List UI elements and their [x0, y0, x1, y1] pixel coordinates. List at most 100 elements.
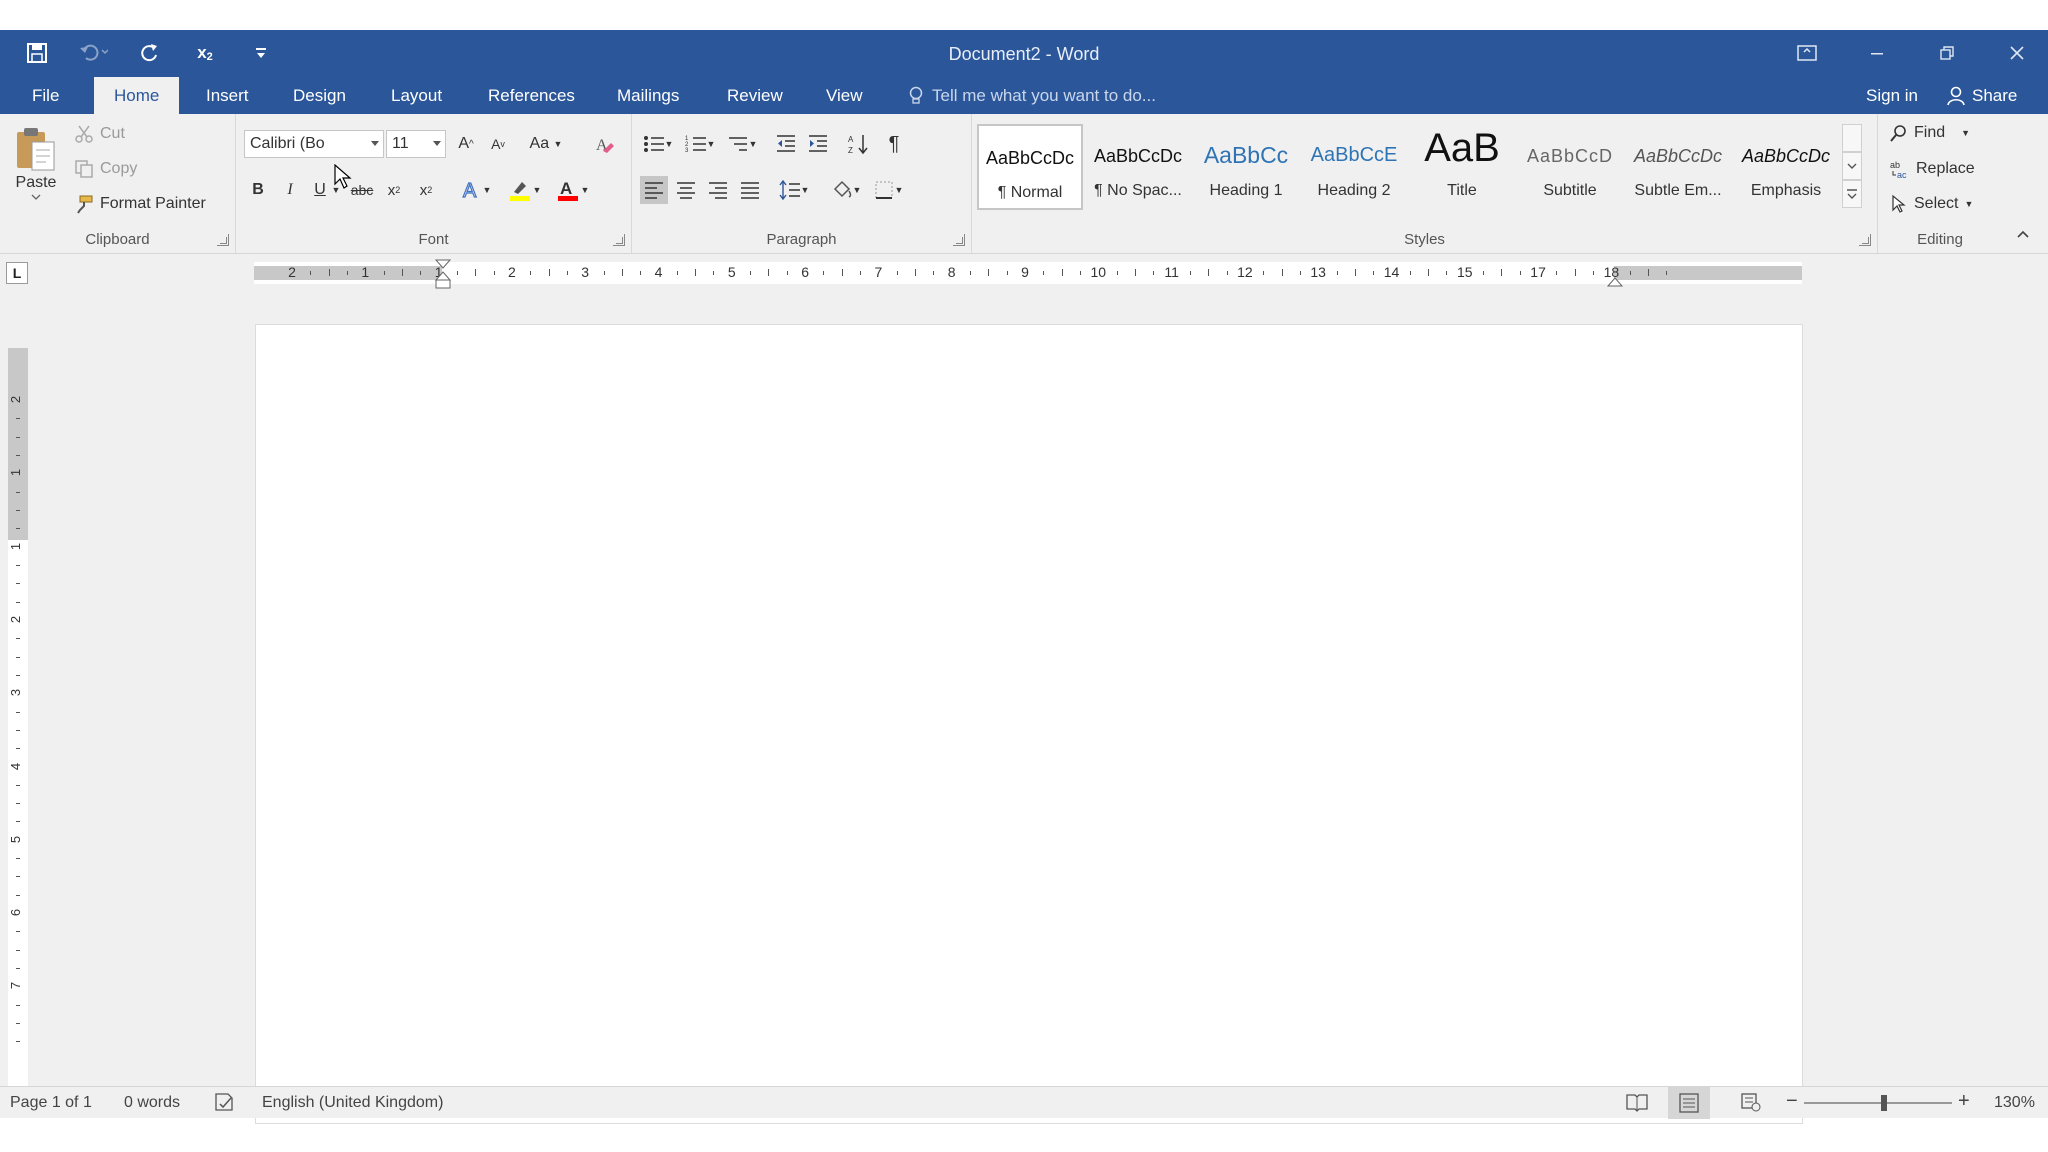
font-color-dropdown-icon[interactable]: ▼: [578, 176, 592, 204]
tab-design[interactable]: Design: [287, 77, 352, 114]
paragraph-group: ▼ 123 ▼ ▼ AZ ¶ ▼ ▼ ▼ Paragraph: [632, 114, 972, 254]
bullets-dropdown-icon[interactable]: ▼: [662, 130, 676, 158]
zoom-level[interactable]: 130%: [1994, 1094, 2035, 1112]
gallery-more-icon[interactable]: [1842, 180, 1862, 208]
highlight-dropdown-icon[interactable]: ▼: [530, 176, 544, 204]
proofing-icon[interactable]: [214, 1092, 236, 1117]
tab-review[interactable]: Review: [721, 77, 789, 114]
tab-selector-icon[interactable]: L: [6, 262, 28, 284]
zoom-slider-thumb[interactable]: [1880, 1095, 1887, 1111]
bold-icon[interactable]: B: [244, 176, 272, 204]
replace-button[interactable]: ab ac Replace: [1890, 159, 1975, 179]
tab-layout[interactable]: Layout: [385, 77, 448, 114]
style-no-spacing[interactable]: AaBbCcDc ¶ No Spac...: [1085, 124, 1191, 210]
shrink-font-icon[interactable]: Av: [484, 130, 512, 158]
gallery-scroll-down-icon[interactable]: [1842, 152, 1862, 180]
subscript-icon[interactable]: x2: [380, 176, 408, 204]
tab-mailings[interactable]: Mailings: [611, 77, 685, 114]
horizontal-ruler[interactable]: 2 1 1 2 3 4 5 6 7 8 9 10 11 12 13 14 15 17 18: [254, 259, 1802, 289]
tab-view[interactable]: View: [820, 77, 869, 114]
paste-button[interactable]: Paste: [14, 126, 58, 200]
style-title[interactable]: AaB Title: [1409, 124, 1515, 210]
minimize-icon[interactable]: [1856, 36, 1898, 70]
shading-dropdown-icon[interactable]: ▼: [850, 176, 864, 204]
ruler-tick: [1666, 271, 1668, 275]
window-title: Document2 - Word: [948, 44, 1100, 64]
italic-icon[interactable]: I: [276, 176, 304, 204]
clipboard-label: Clipboard: [85, 231, 150, 248]
style-heading-1[interactable]: AaBbCc Heading 1: [1193, 124, 1299, 210]
close-icon[interactable]: [1996, 36, 2038, 70]
word-count[interactable]: 0 words: [124, 1094, 180, 1112]
ruler-number: 3: [8, 689, 24, 697]
read-mode-icon[interactable]: [1626, 1092, 1648, 1117]
ruler-tick: [530, 271, 532, 275]
justify-icon[interactable]: [736, 176, 764, 204]
collapse-ribbon-icon[interactable]: [2016, 226, 2030, 244]
style-subtle-emphasis[interactable]: AaBbCcDc Subtle Em...: [1625, 124, 1731, 210]
strikethrough-icon[interactable]: abc: [348, 176, 376, 204]
style-subtitle[interactable]: AaBbCcD Subtitle: [1517, 124, 1623, 210]
multilevel-dropdown-icon[interactable]: ▼: [746, 130, 760, 158]
clear-formatting-icon[interactable]: A: [590, 130, 618, 158]
font-launcher-icon[interactable]: [613, 234, 625, 246]
tab-home[interactable]: Home: [94, 77, 180, 114]
select-button[interactable]: Select ▼: [1890, 194, 1973, 214]
font-size-combo[interactable]: 11: [386, 130, 446, 158]
superscript-icon[interactable]: x2: [412, 176, 440, 204]
font-name-combo[interactable]: Calibri (Bo: [244, 130, 384, 158]
format-painter-button[interactable]: Format Painter: [74, 194, 206, 214]
print-layout-icon[interactable]: [1668, 1087, 1710, 1119]
sign-in-link[interactable]: Sign in: [1866, 77, 1918, 114]
tab-file[interactable]: File: [26, 77, 65, 114]
borders-dropdown-icon[interactable]: ▼: [892, 176, 906, 204]
align-center-icon[interactable]: [672, 176, 700, 204]
find-button[interactable]: Find ▼: [1890, 124, 1970, 142]
numbering-dropdown-icon[interactable]: ▼: [704, 130, 718, 158]
paragraph-launcher-icon[interactable]: [953, 234, 965, 246]
tell-me-box[interactable]: Tell me what you want to do...: [908, 77, 1156, 114]
language-status[interactable]: English (United Kingdom): [262, 1094, 443, 1112]
ruler-tick: [16, 436, 20, 438]
document-page[interactable]: [255, 324, 1803, 1124]
ruler-tick: [1629, 271, 1631, 275]
zoom-in-icon[interactable]: +: [1958, 1090, 1970, 1113]
increase-indent-icon[interactable]: [804, 130, 832, 158]
ribbon-display-options-icon[interactable]: [1786, 36, 1828, 70]
line-spacing-dropdown-icon[interactable]: ▼: [798, 176, 812, 204]
styles-launcher-icon[interactable]: [1859, 234, 1871, 246]
zoom-out-icon[interactable]: −: [1786, 1090, 1798, 1113]
change-case-button[interactable]: Aa ▼: [524, 130, 568, 158]
decrease-indent-icon[interactable]: [772, 130, 800, 158]
style-emphasis[interactable]: AaBbCcDc Emphasis: [1733, 124, 1839, 210]
indent-marker-icon[interactable]: [434, 258, 452, 290]
style-heading-2[interactable]: AaBbCcE Heading 2: [1301, 124, 1407, 210]
restore-icon[interactable]: [1926, 36, 1968, 70]
text-effects-dropdown-icon[interactable]: ▼: [480, 176, 494, 204]
page-count[interactable]: Page 1 of 1: [10, 1094, 92, 1112]
vertical-ruler[interactable]: 2 1 1 2 3 4 5 6 7: [8, 348, 28, 1118]
ruler-number: 6: [8, 908, 24, 917]
cut-button[interactable]: Cut: [74, 124, 125, 144]
align-left-icon[interactable]: [640, 176, 668, 204]
tab-references[interactable]: References: [482, 77, 581, 114]
underline-dropdown-icon[interactable]: ▼: [328, 176, 344, 204]
share-label: Share: [1972, 86, 2018, 105]
zoom-slider[interactable]: [1804, 1102, 1952, 1104]
tab-insert[interactable]: Insert: [200, 77, 255, 114]
show-formatting-marks-icon[interactable]: ¶: [880, 130, 908, 158]
web-layout-icon[interactable]: [1740, 1092, 1762, 1117]
ruler-tick: [456, 271, 458, 275]
grow-font-icon[interactable]: A ^: [452, 130, 480, 158]
gallery-scroll-up-icon[interactable]: [1842, 124, 1862, 152]
ruler-tick: [603, 271, 605, 275]
share-button[interactable]: Share: [1946, 77, 2017, 114]
right-indent-marker-icon[interactable]: [1606, 272, 1624, 288]
align-right-icon[interactable]: [704, 176, 732, 204]
ruler-tick: [896, 271, 898, 275]
ruler-tick: [16, 729, 20, 731]
copy-button[interactable]: Copy: [74, 159, 137, 179]
sort-icon[interactable]: AZ: [844, 130, 872, 158]
clipboard-launcher-icon[interactable]: [217, 234, 229, 246]
style-normal[interactable]: AaBbCcDc ¶ Normal: [977, 124, 1083, 210]
